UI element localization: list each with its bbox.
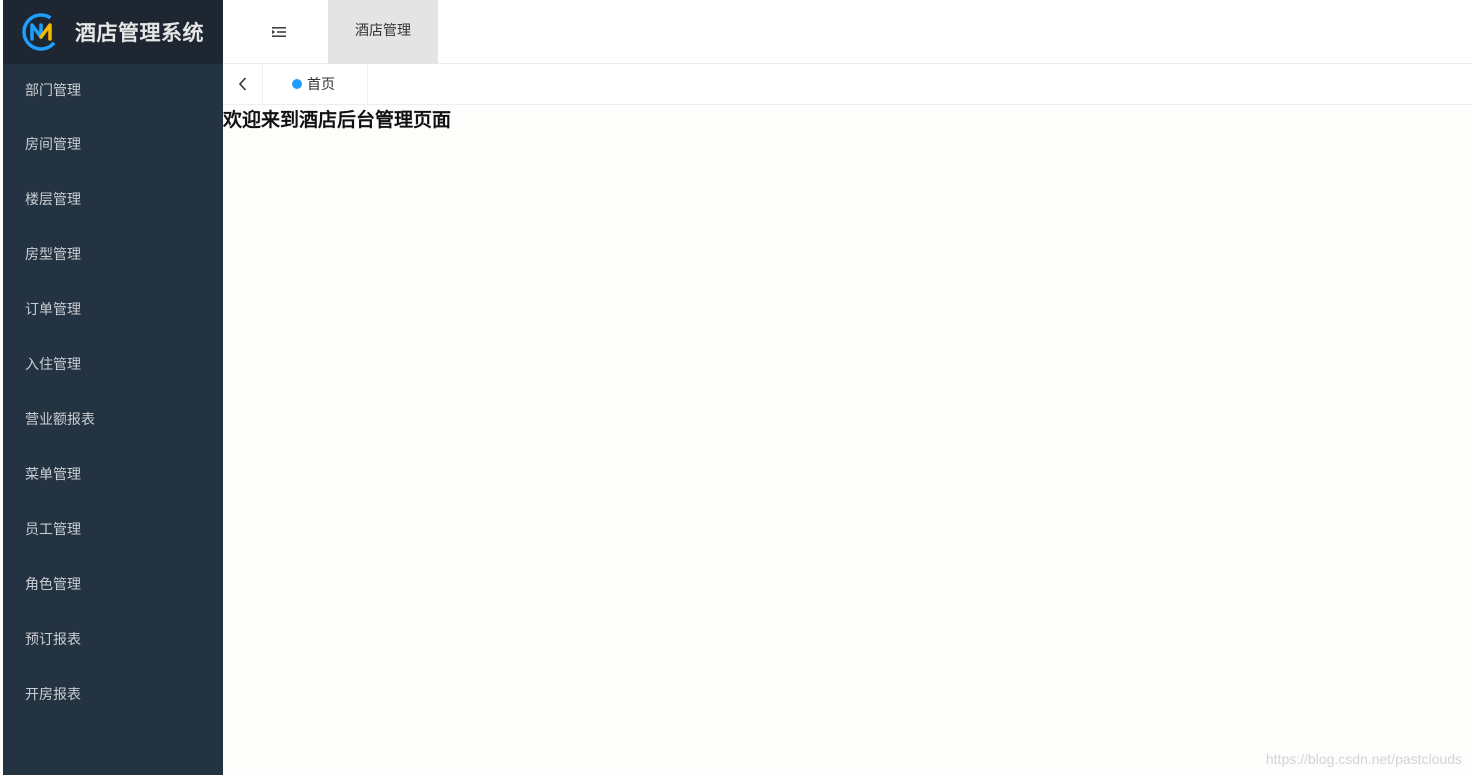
sidebar-item-role[interactable]: 角色管理: [3, 558, 223, 613]
app-window: 酒店管理系统 部门管理 房间管理 楼层管理 房型管理 订单管理 入住管理 营业额…: [0, 0, 1472, 775]
sidebar-toggle-button[interactable]: [263, 20, 295, 44]
sidebar-item-order[interactable]: 订单管理: [3, 283, 223, 338]
sidebar-item-menu[interactable]: 菜单管理: [3, 448, 223, 503]
sidebar: 酒店管理系统 部门管理 房间管理 楼层管理 房型管理 订单管理 入住管理 营业额…: [3, 0, 223, 775]
welcome-heading: 欢迎来到酒店后台管理页面: [223, 109, 452, 131]
sidebar-item-floor[interactable]: 楼层管理: [3, 173, 223, 228]
tabs-prev-button[interactable]: [223, 64, 263, 104]
top-header: 酒店管理: [223, 0, 1472, 64]
sidebar-item-room[interactable]: 房间管理: [3, 118, 223, 173]
sidebar-item-checkin[interactable]: 入住管理: [3, 338, 223, 393]
active-dot-icon: [292, 79, 302, 89]
sidebar-item-room-type[interactable]: 房型管理: [3, 228, 223, 283]
watermark: https://blog.csdn.net/pastclouds: [1265, 751, 1462, 767]
tab-hotel-management[interactable]: 酒店管理: [328, 0, 438, 64]
logo-bar: 酒店管理系统: [3, 0, 223, 64]
tab-home[interactable]: 首页: [263, 64, 368, 104]
sidebar-item-booking-report[interactable]: 预订报表: [3, 613, 223, 668]
app-title: 酒店管理系统: [75, 21, 204, 45]
sidebar-item-staff[interactable]: 员工管理: [3, 503, 223, 558]
chevron-left-icon: [238, 77, 246, 91]
main-content: 欢迎来到酒店后台管理页面 https://blog.csdn.net/pastc…: [223, 105, 1472, 775]
sidebar-item-room-open-report[interactable]: 开房报表: [3, 668, 223, 723]
sidebar-menu: 部门管理 房间管理 楼层管理 房型管理 订单管理 入住管理 营业额报表 菜单管理…: [3, 64, 223, 723]
tab-home-label: 首页: [307, 77, 335, 93]
menu-fold-icon: [272, 27, 286, 37]
hotel-logo-icon: [22, 13, 60, 51]
sidebar-item-department[interactable]: 部门管理: [3, 64, 223, 118]
sidebar-item-revenue-report[interactable]: 营业额报表: [3, 393, 223, 448]
page-tabs-bar: 首页: [223, 64, 1472, 105]
